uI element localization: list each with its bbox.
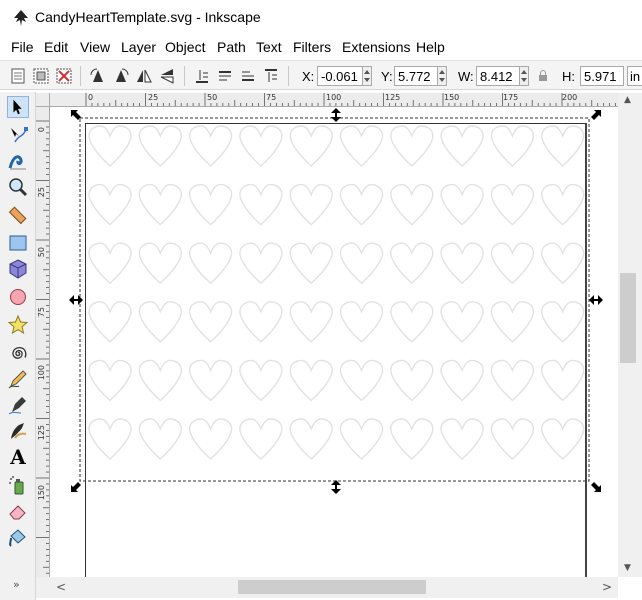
raise-icon[interactable] [238, 66, 258, 86]
h-tick-label: 200 [562, 93, 578, 102]
vertical-scroll-thumb[interactable] [620, 273, 636, 363]
menu-view[interactable]: View [80, 39, 110, 55]
y-field[interactable]: 5.772 [394, 66, 438, 86]
rotate-ccw-icon[interactable] [88, 66, 108, 86]
title-bar: CandyHeartTemplate.svg - Inkscape [0, 0, 642, 36]
unit-select[interactable]: in [627, 66, 642, 86]
menu-edit[interactable]: Edit [44, 39, 68, 55]
menu-object[interactable]: Object [165, 39, 205, 55]
pencil-tool-icon[interactable] [7, 368, 29, 390]
scale-handle-bottom-right[interactable] [589, 480, 603, 494]
lower-bottom-icon[interactable] [192, 66, 212, 86]
scale-handle-bottom-left[interactable] [69, 480, 83, 494]
ruler-corner [36, 93, 50, 107]
lower-icon[interactable] [215, 66, 235, 86]
h-label: H: [562, 69, 575, 84]
y-label: Y: [381, 69, 393, 84]
menu-bar: File Edit View Layer Object Path Text Fi… [0, 36, 642, 58]
scale-handle-right[interactable] [589, 294, 603, 306]
v-tick-label: 150 [37, 485, 46, 501]
v-tick-label: 75 [37, 307, 46, 318]
tool-controls-bar: X: -0.061 Y: 5.772 W: 8.412 H: 5.971 in [0, 60, 642, 90]
deselect-icon[interactable] [54, 66, 74, 86]
horizontal-scrollbar[interactable]: < > [36, 577, 618, 598]
inkscape-logo-icon [14, 10, 28, 26]
measure-tool-icon[interactable] [7, 204, 29, 226]
toolbar-separator [184, 66, 185, 86]
scroll-left-icon[interactable]: < [56, 580, 66, 594]
h-tick-label: 150 [444, 93, 460, 102]
vertical-scrollbar[interactable]: ▲ ▼ [618, 93, 642, 577]
text-tool-icon[interactable]: A [7, 446, 29, 468]
raise-top-icon[interactable] [261, 66, 281, 86]
flip-vertical-icon[interactable] [157, 66, 177, 86]
spiral-tool-icon[interactable] [7, 342, 29, 364]
menu-help[interactable]: Help [416, 39, 445, 55]
w-label: W: [458, 69, 474, 84]
menu-text[interactable]: Text [256, 39, 282, 55]
h-tick-label: 75 [266, 93, 277, 102]
tweak-tool-icon[interactable] [7, 150, 29, 172]
rectangle-tool-icon[interactable] [7, 232, 29, 254]
paint-bucket-tool-icon[interactable] [7, 526, 29, 548]
scale-handle-top-right[interactable] [589, 108, 603, 122]
select-all-layers-icon[interactable] [31, 66, 51, 86]
menu-layer[interactable]: Layer [121, 39, 156, 55]
v-tick-label: 100 [37, 365, 46, 381]
vertical-ruler: 0 25 50 75 100 125 150 [36, 107, 50, 577]
toolbox: A » [0, 92, 36, 600]
horizontal-ruler: 0 25 50 75 100 125 150 175 200 [50, 93, 618, 107]
eraser-tool-icon[interactable] [7, 500, 29, 522]
v-tick-label: 50 [37, 247, 46, 258]
v-tick-label: 125 [37, 425, 46, 441]
select-all-icon[interactable] [8, 66, 28, 86]
h-tick-label: 50 [207, 93, 218, 102]
h-tick-label: 25 [148, 93, 159, 102]
star-tool-icon[interactable] [7, 314, 29, 336]
h-field[interactable]: 5.971 [580, 66, 624, 86]
toolbar-separator [288, 66, 289, 86]
h-tick-label: 175 [503, 93, 519, 102]
node-tool-icon[interactable] [7, 124, 29, 146]
scale-handle-top-left[interactable] [69, 108, 83, 122]
lock-ratio-icon[interactable] [536, 66, 550, 86]
h-tick-label: 125 [385, 93, 401, 102]
window-title: CandyHeartTemplate.svg - Inkscape [35, 9, 261, 25]
menu-file[interactable]: File [11, 39, 34, 55]
x-field[interactable]: -0.061 [317, 66, 363, 86]
scale-handle-top[interactable] [330, 108, 342, 122]
scroll-up-icon[interactable]: ▲ [624, 95, 631, 105]
scroll-down-icon[interactable]: ▼ [624, 563, 631, 573]
horizontal-scroll-thumb[interactable] [238, 580, 426, 594]
scroll-right-icon[interactable]: > [602, 580, 612, 594]
flip-horizontal-icon[interactable] [134, 66, 154, 86]
spray-tool-icon[interactable] [7, 474, 29, 496]
h-tick-label: 100 [326, 93, 342, 102]
v-tick-label: 0 [37, 127, 46, 133]
3d-box-tool-icon[interactable] [7, 258, 29, 280]
zoom-tool-icon[interactable] [7, 176, 29, 198]
y-spinner[interactable] [438, 66, 447, 86]
toolbox-expand-icon[interactable]: » [13, 578, 20, 591]
pen-tool-icon[interactable] [7, 394, 29, 416]
x-label: X: [302, 69, 315, 84]
rotate-cw-icon[interactable] [111, 66, 131, 86]
selection-bounding-box [79, 117, 590, 482]
w-field[interactable]: 8.412 [476, 66, 520, 86]
drawing-canvas[interactable] [51, 108, 618, 577]
h-tick-label: 0 [88, 93, 94, 102]
w-spinner[interactable] [520, 66, 529, 86]
toolbar-separator [80, 66, 81, 86]
ellipse-tool-icon[interactable] [7, 286, 29, 308]
scale-handle-left[interactable] [69, 294, 83, 306]
menu-filters[interactable]: Filters [293, 39, 331, 55]
menu-path[interactable]: Path [217, 39, 246, 55]
scale-handle-bottom[interactable] [330, 480, 342, 494]
x-spinner[interactable] [363, 66, 372, 86]
menu-extensions[interactable]: Extensions [342, 39, 410, 55]
v-tick-label: 25 [37, 187, 46, 198]
selector-tool-icon[interactable] [7, 96, 29, 118]
calligraphy-tool-icon[interactable] [7, 420, 29, 442]
